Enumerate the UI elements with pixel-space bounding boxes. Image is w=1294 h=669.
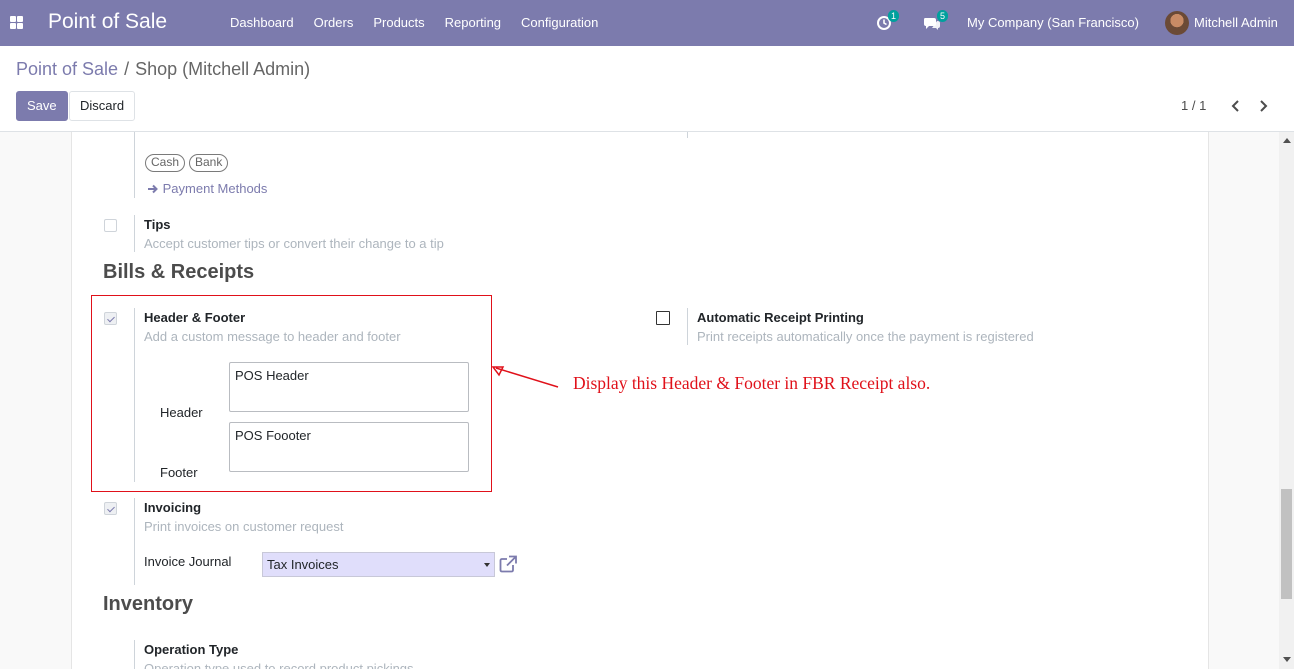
scroll-down-icon[interactable] <box>1283 657 1291 662</box>
save-button[interactable]: Save <box>16 91 68 121</box>
section-inventory: Inventory <box>103 593 194 615</box>
chevron-right-icon[interactable] <box>1257 98 1269 114</box>
pager-value[interactable]: 1 / 1 <box>1181 98 1206 113</box>
tips-checkbox[interactable] <box>104 219 117 232</box>
arrow-right-icon <box>148 184 158 194</box>
setting-divider <box>134 215 135 252</box>
scrollbar-thumb[interactable] <box>1281 489 1292 599</box>
invoicing-title: Invoicing <box>144 500 202 515</box>
invoice-journal-value: Tax Invoices <box>267 557 339 572</box>
menu-reporting[interactable]: Reporting <box>435 0 511 46</box>
breadcrumb-parent[interactable]: Point of Sale <box>16 59 118 79</box>
discard-button[interactable]: Discard <box>69 91 136 121</box>
operation-type-description: Operation type used to record product pi… <box>144 661 414 669</box>
auto-receipt-title: Automatic Receipt Printing <box>697 310 864 325</box>
activity-badge: 1 <box>888 10 900 22</box>
invoice-journal-select[interactable]: Tax Invoices <box>262 552 495 577</box>
page-scrollbar[interactable] <box>1279 132 1294 669</box>
payment-chip-bank[interactable]: Bank <box>189 154 229 172</box>
menu-orders[interactable]: Orders <box>304 0 364 46</box>
annotation-text: Display this Header & Footer in FBR Rece… <box>573 373 931 393</box>
section-bills-receipts: Bills & Receipts <box>103 261 255 283</box>
messages-badge: 5 <box>937 10 949 22</box>
annotation-arrow-icon <box>491 366 559 388</box>
menu-products[interactable]: Products <box>363 0 434 46</box>
menu-configuration[interactable]: Configuration <box>511 0 608 46</box>
chevron-left-icon[interactable] <box>1230 98 1242 114</box>
setting-divider <box>134 640 135 669</box>
apps-menu-icon[interactable] <box>8 14 24 30</box>
setting-divider <box>687 308 688 345</box>
top-navbar: Point of Sale Dashboard Orders Products … <box>0 0 1294 46</box>
payment-methods-label: Payment Methods <box>162 181 268 196</box>
user-avatar[interactable] <box>1165 11 1189 35</box>
auto-receipt-description: Print receipts automatically once the pa… <box>697 329 1034 344</box>
scroll-up-icon[interactable] <box>1283 138 1291 143</box>
activity-button[interactable]: 1 <box>876 10 900 34</box>
user-menu[interactable]: Mitchell Admin <box>1194 0 1278 46</box>
menu-dashboard[interactable]: Dashboard <box>220 0 304 46</box>
main-menu: Dashboard Orders Products Reporting Conf… <box>220 0 608 46</box>
payment-methods-link[interactable]: Payment Methods <box>147 181 267 196</box>
setting-divider <box>687 132 688 138</box>
caret-down-icon <box>484 563 490 567</box>
setting-divider <box>134 498 135 585</box>
auto-receipt-checkbox[interactable] <box>656 311 670 325</box>
setting-divider <box>134 132 135 198</box>
invoicing-description: Print invoices on customer request <box>144 519 344 534</box>
tips-title: Tips <box>144 217 171 232</box>
tips-description: Accept customer tips or convert their ch… <box>144 236 444 251</box>
breadcrumb-separator: / <box>124 59 130 79</box>
highlight-box <box>91 295 492 492</box>
company-switcher[interactable]: My Company (San Francisco) <box>967 0 1139 46</box>
app-title[interactable]: Point of Sale <box>48 10 167 34</box>
breadcrumb: Point of Sale / Shop (Mitchell Admin) <box>16 59 310 80</box>
messages-button[interactable]: 5 <box>923 10 949 34</box>
external-link-icon[interactable] <box>499 555 518 573</box>
invoice-journal-label: Invoice Journal <box>144 554 232 569</box>
operation-type-title: Operation Type <box>144 642 239 657</box>
breadcrumb-current: Shop (Mitchell Admin) <box>135 59 311 79</box>
invoicing-checkbox[interactable] <box>104 502 117 515</box>
control-panel: Point of Sale / Shop (Mitchell Admin) Save… <box>0 46 1294 132</box>
payment-chip-cash[interactable]: Cash <box>145 154 186 172</box>
